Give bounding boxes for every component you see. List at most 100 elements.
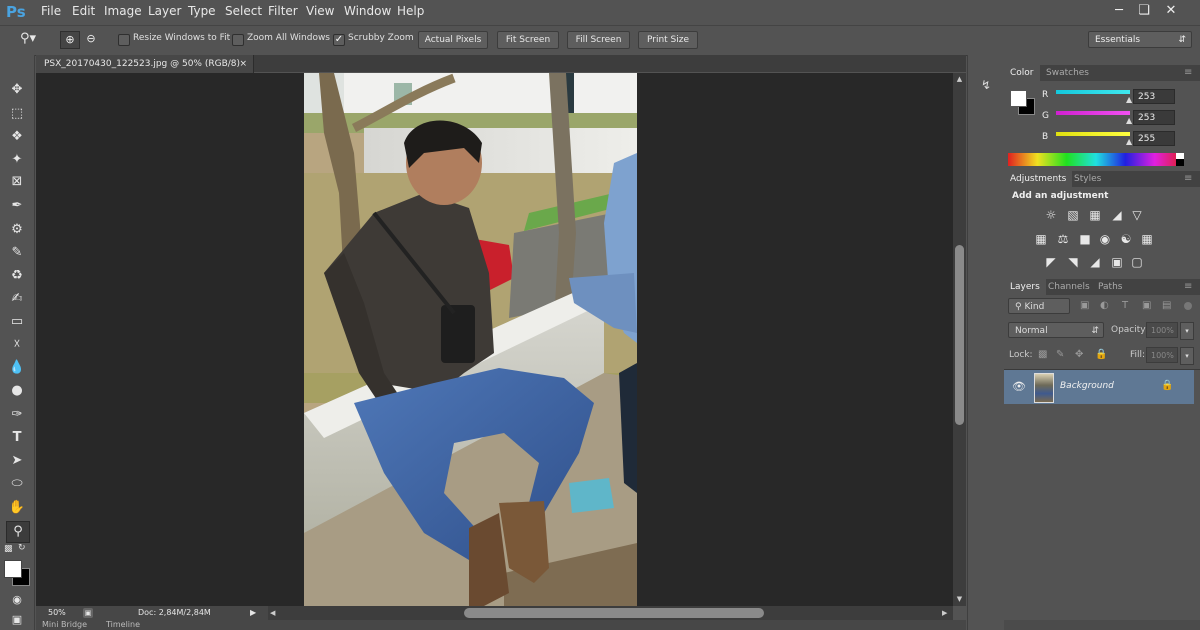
zoom-all-checkbox[interactable] <box>232 34 244 46</box>
document-tab[interactable]: PSX_20170430_122523.jpg @ 50% (RGB/8) × <box>36 55 254 73</box>
exposure-icon[interactable]: ◢ <box>1110 208 1124 222</box>
layer-name[interactable]: Background <box>1060 381 1114 391</box>
lasso-tool-icon[interactable]: ❖ <box>6 127 28 147</box>
color-lookup-icon[interactable]: ▦ <box>1140 232 1154 246</box>
status-menu-icon[interactable]: ▣ <box>83 608 93 618</box>
brush-tool-icon[interactable]: ✎ <box>6 243 28 263</box>
history-panel-icon[interactable]: ↯ <box>978 78 994 94</box>
menu-window[interactable]: Window <box>344 4 391 18</box>
blur-tool-icon[interactable]: 💧 <box>6 358 28 378</box>
swap-colors-icon[interactable]: ↻ <box>18 543 30 553</box>
invert-icon[interactable]: ◤ <box>1044 255 1058 269</box>
eye-icon[interactable]: 👁 <box>1012 380 1026 393</box>
quick-selection-tool-icon[interactable]: ✦ <box>6 150 28 170</box>
default-colors-icon[interactable]: ▩ <box>4 544 14 554</box>
tab-channels[interactable]: Channels <box>1042 279 1096 295</box>
tab-styles[interactable]: Styles <box>1068 171 1107 187</box>
panel-menu-icon[interactable]: ≡ <box>1184 281 1192 292</box>
b-slider[interactable] <box>1056 132 1130 136</box>
menu-view[interactable]: View <box>306 4 334 18</box>
photo-filter-icon[interactable]: ◉ <box>1098 232 1112 246</box>
ellipse-tool-icon[interactable]: ⬭ <box>6 474 28 494</box>
vertical-scrollbar[interactable]: ▲ ▼ <box>953 73 966 606</box>
move-tool-icon[interactable]: ✥ <box>6 80 28 100</box>
type-tool-icon[interactable]: T <box>6 428 28 448</box>
menu-file[interactable]: File <box>41 4 61 18</box>
r-slider[interactable] <box>1056 90 1130 94</box>
r-value-input[interactable]: 253 <box>1133 89 1175 104</box>
fill-screen-button[interactable]: Fill Screen <box>567 31 630 49</box>
fill-input[interactable]: 100% <box>1146 347 1178 363</box>
b-value-input[interactable]: 255 <box>1133 131 1175 146</box>
menu-select[interactable]: Select <box>225 4 262 18</box>
scrubby-zoom-checkbox[interactable]: ✓ <box>333 34 345 46</box>
r-slider-handle[interactable]: ▲ <box>1126 95 1132 104</box>
menu-help[interactable]: Help <box>397 4 424 18</box>
document-photo[interactable] <box>304 73 637 606</box>
posterize-icon[interactable]: ◥ <box>1066 255 1080 269</box>
zoom-tool-preset-icon[interactable]: ⚲▾ <box>20 31 42 47</box>
levels-icon[interactable]: ▧ <box>1066 208 1080 222</box>
tab-layers[interactable]: Layers <box>1004 279 1046 295</box>
b-slider-handle[interactable]: ▲ <box>1126 137 1132 146</box>
horizontal-scroll-thumb[interactable] <box>464 608 764 618</box>
lock-all-icon[interactable]: 🔒 <box>1095 349 1107 360</box>
threshold-icon[interactable]: ◢ <box>1088 255 1102 269</box>
opacity-input[interactable]: 100% <box>1146 322 1178 338</box>
curves-icon[interactable]: ▦ <box>1088 208 1102 222</box>
fit-screen-button[interactable]: Fit Screen <box>497 31 559 49</box>
lock-image-icon[interactable]: ✎ <box>1056 349 1064 360</box>
g-slider[interactable] <box>1056 111 1130 115</box>
hand-tool-icon[interactable]: ✋ <box>6 498 28 518</box>
tab-paths[interactable]: Paths <box>1092 279 1128 295</box>
filter-type-icon[interactable]: T <box>1122 300 1128 311</box>
restore-icon[interactable]: ❏ <box>1133 2 1155 20</box>
scroll-down-icon[interactable]: ▼ <box>955 595 964 603</box>
paint-bucket-tool-icon[interactable]: ☓ <box>6 335 28 355</box>
close-tab-icon[interactable]: × <box>239 55 247 73</box>
menu-edit[interactable]: Edit <box>72 4 95 18</box>
hue-saturation-icon[interactable]: ▦ <box>1034 232 1048 246</box>
filter-pixel-icon[interactable]: ▣ <box>1080 300 1089 311</box>
vibrance-icon[interactable]: ▽ <box>1130 208 1144 222</box>
resize-windows-checkbox[interactable] <box>118 34 130 46</box>
tab-swatches[interactable]: Swatches <box>1040 65 1095 81</box>
menu-filter[interactable]: Filter <box>268 4 298 18</box>
path-selection-tool-icon[interactable]: ➤ <box>6 451 28 471</box>
gradient-map-icon[interactable]: ▢ <box>1130 255 1144 269</box>
fill-dropdown-icon[interactable]: ▾ <box>1180 347 1194 365</box>
zoom-tool-icon[interactable]: ⚲ <box>6 521 30 543</box>
filter-smart-object-icon[interactable]: ▤ <box>1162 300 1171 311</box>
minimize-icon[interactable]: ─ <box>1108 2 1130 20</box>
history-brush-tool-icon[interactable]: ✍ <box>6 289 28 309</box>
channel-mixer-icon[interactable]: ☯ <box>1119 232 1133 246</box>
scroll-left-icon[interactable]: ◀ <box>270 609 278 617</box>
filter-toggle[interactable] <box>1184 302 1192 310</box>
layer-row[interactable]: 👁 Background 🔒 <box>1004 370 1194 404</box>
quick-mask-icon[interactable]: ◉ <box>6 590 28 610</box>
pen-tool-icon[interactable]: ✑ <box>6 405 28 425</box>
clone-stamp-tool-icon[interactable]: ♻ <box>6 266 28 286</box>
eyedropper-tool-icon[interactable]: ✒ <box>6 196 28 216</box>
foreground-color-swatch[interactable] <box>4 560 22 578</box>
g-value-input[interactable]: 253 <box>1133 110 1175 125</box>
tab-color[interactable]: Color <box>1004 65 1040 81</box>
lock-position-icon[interactable]: ✥ <box>1075 349 1083 360</box>
tab-timeline[interactable]: Timeline <box>106 620 140 629</box>
selective-color-icon[interactable]: ▣ <box>1110 255 1124 269</box>
close-icon[interactable]: ✕ <box>1160 2 1182 20</box>
panel-menu-icon[interactable]: ≡ <box>1184 173 1192 184</box>
vertical-scroll-thumb[interactable] <box>955 245 964 425</box>
actual-pixels-button[interactable]: Actual Pixels <box>418 31 488 49</box>
color-fg-swatch[interactable] <box>1010 90 1027 107</box>
workspace-select[interactable]: Essentials ⇵ <box>1088 31 1192 48</box>
lock-transparent-icon[interactable]: ▩ <box>1038 349 1047 360</box>
print-size-button[interactable]: Print Size <box>638 31 698 49</box>
screen-mode-icon[interactable]: ▣ <box>6 610 28 630</box>
panel-menu-icon[interactable]: ≡ <box>1184 67 1192 78</box>
menu-image[interactable]: Image <box>104 4 142 18</box>
spectrum-black[interactable] <box>1176 159 1184 166</box>
g-slider-handle[interactable]: ▲ <box>1126 116 1132 125</box>
dodge-tool-icon[interactable]: ● <box>6 381 28 401</box>
eraser-tool-icon[interactable]: ▭ <box>6 312 28 332</box>
